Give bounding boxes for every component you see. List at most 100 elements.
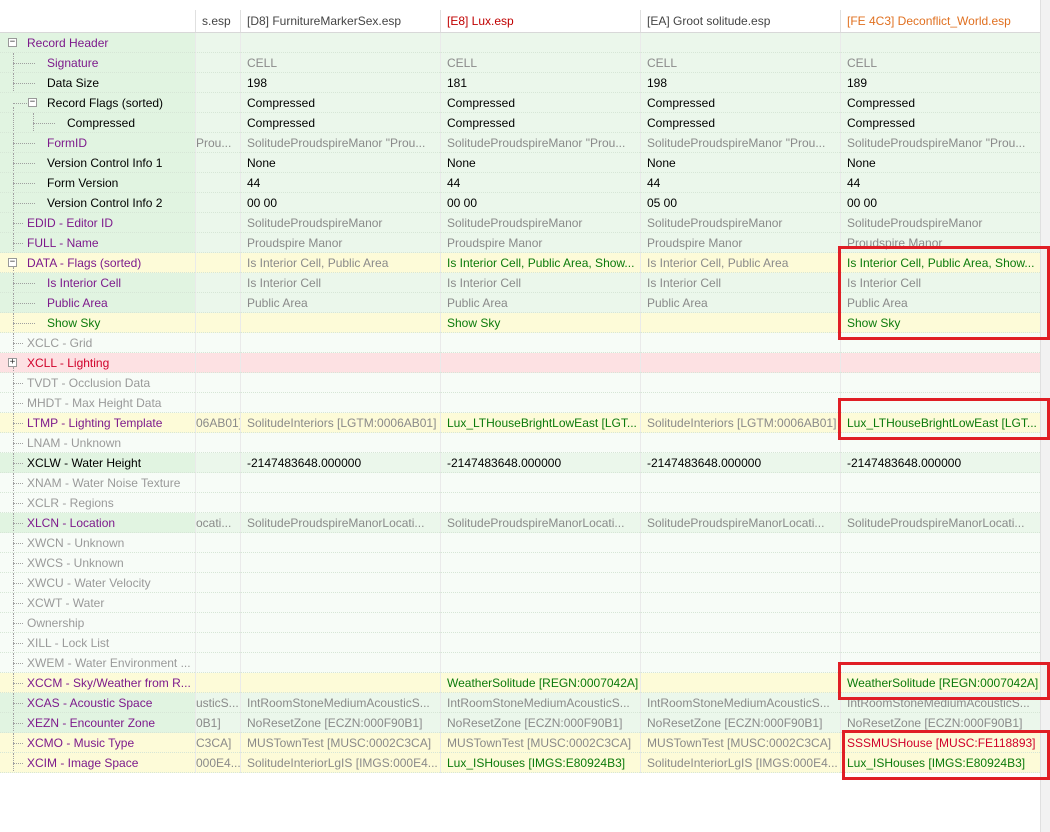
cell-ea[interactable]: SolitudeProudspireManor [640, 213, 840, 233]
cell-ea[interactable]: Is Interior Cell, Public Area [640, 253, 840, 273]
cell-ea[interactable] [640, 393, 840, 413]
cell-fe[interactable] [840, 653, 1040, 673]
cell-ea[interactable]: Is Interior Cell [640, 273, 840, 293]
cell-ea[interactable] [640, 333, 840, 353]
tree-cell[interactable]: XWEM - Water Environment ... [0, 653, 195, 673]
cell-fe[interactable] [840, 373, 1040, 393]
cell-d8[interactable]: SolitudeProudspireManor "Prou... [240, 133, 440, 153]
cell-fe[interactable] [840, 33, 1040, 53]
cell-d8[interactable]: -2147483648.000000 [240, 453, 440, 473]
tree-cell[interactable]: Is Interior Cell [0, 273, 195, 293]
cell-d8[interactable]: Compressed [240, 93, 440, 113]
cell-d8[interactable]: Is Interior Cell, Public Area [240, 253, 440, 273]
cell-partial[interactable]: Prou... [195, 133, 240, 153]
cell-fe[interactable]: SolitudeProudspireManorLocati... [840, 513, 1040, 533]
cell-fe[interactable] [840, 613, 1040, 633]
cell-ea[interactable] [640, 653, 840, 673]
cell-fe[interactable] [840, 593, 1040, 613]
cell-d8[interactable]: IntRoomStoneMediumAcousticS... [240, 693, 440, 713]
cell-e8[interactable] [440, 493, 640, 513]
cell-e8[interactable] [440, 33, 640, 53]
tree-cell[interactable]: XWCN - Unknown [0, 533, 195, 553]
cell-e8[interactable]: 00 00 [440, 193, 640, 213]
cell-e8[interactable]: None [440, 153, 640, 173]
cell-e8[interactable]: Lux_LTHouseBrightLowEast [LGT... [440, 413, 640, 433]
cell-d8[interactable]: 44 [240, 173, 440, 193]
cell-fe[interactable]: Compressed [840, 93, 1040, 113]
cell-partial[interactable] [195, 353, 240, 373]
cell-ea[interactable]: 05 00 [640, 193, 840, 213]
cell-d8[interactable] [240, 473, 440, 493]
cell-e8[interactable] [440, 333, 640, 353]
record-row[interactable]: XNAM - Water Noise Texture [0, 473, 1040, 493]
cell-d8[interactable] [240, 633, 440, 653]
record-row[interactable]: Data Size 198 181 198 189 [0, 73, 1040, 93]
cell-fe[interactable]: Is Interior Cell, Public Area, Show... [840, 253, 1040, 273]
cell-d8[interactable]: 00 00 [240, 193, 440, 213]
collapse-icon[interactable]: − [28, 98, 37, 107]
column-header-e8[interactable]: [E8] Lux.esp [440, 10, 640, 32]
cell-ea[interactable] [640, 493, 840, 513]
cell-fe[interactable]: Proudspire Manor [840, 233, 1040, 253]
record-row[interactable]: Version Control Info 2 00 00 00 00 05 00 00 … [0, 193, 1040, 213]
cell-fe[interactable] [840, 353, 1040, 373]
record-row[interactable]: FormID Prou... SolitudeProudspireManor "Pr… [0, 133, 1040, 153]
cell-partial[interactable] [195, 593, 240, 613]
tree-cell[interactable]: XEZN - Encounter Zone [0, 713, 195, 733]
cell-ea[interactable]: NoResetZone [ECZN:000F90B1] [640, 713, 840, 733]
record-row[interactable]: FULL - Name Proudspire Manor Proudspire Ma… [0, 233, 1040, 253]
cell-e8[interactable]: 44 [440, 173, 640, 193]
record-row[interactable]: EDID - Editor ID SolitudeProudspireManor S… [0, 213, 1040, 233]
cell-ea[interactable] [640, 473, 840, 493]
cell-e8[interactable]: Is Interior Cell, Public Area, Show... [440, 253, 640, 273]
cell-ea[interactable]: 198 [640, 73, 840, 93]
tree-cell[interactable]: FULL - Name [0, 233, 195, 253]
record-row[interactable]: XILL - Lock List [0, 633, 1040, 653]
cell-e8[interactable]: -2147483648.000000 [440, 453, 640, 473]
cell-ea[interactable] [640, 433, 840, 453]
record-row[interactable]: XWCU - Water Velocity [0, 573, 1040, 593]
cell-ea[interactable]: None [640, 153, 840, 173]
tree-cell[interactable]: FormID [0, 133, 195, 153]
cell-fe[interactable]: 189 [840, 73, 1040, 93]
cell-partial[interactable]: C3CA] [195, 733, 240, 753]
cell-fe[interactable]: Lux_ISHouses [IMGS:E80924B3] [840, 753, 1040, 773]
cell-d8[interactable] [240, 393, 440, 413]
cell-partial[interactable]: ocati... [195, 513, 240, 533]
tree-cell[interactable]: + XCLL - Lighting [0, 353, 195, 373]
cell-fe[interactable]: WeatherSolitude [REGN:0007042A] [840, 673, 1040, 693]
cell-e8[interactable]: WeatherSolitude [REGN:0007042A] [440, 673, 640, 693]
cell-fe[interactable]: CELL [840, 53, 1040, 73]
cell-fe[interactable]: SSSMUSHouse [MUSC:FE118893] [840, 733, 1040, 753]
cell-fe[interactable] [840, 393, 1040, 413]
cell-partial[interactable] [195, 173, 240, 193]
cell-fe[interactable]: Compressed [840, 113, 1040, 133]
cell-ea[interactable]: -2147483648.000000 [640, 453, 840, 473]
record-row[interactable]: Signature CELL CELL CELL CELL [0, 53, 1040, 73]
cell-e8[interactable]: MUSTownTest [MUSC:0002C3CA] [440, 733, 640, 753]
tree-cell[interactable]: XCLC - Grid [0, 333, 195, 353]
tree-cell[interactable]: XCLW - Water Height [0, 453, 195, 473]
cell-fe[interactable] [840, 493, 1040, 513]
cell-d8[interactable]: MUSTownTest [MUSC:0002C3CA] [240, 733, 440, 753]
cell-partial[interactable] [195, 393, 240, 413]
cell-partial[interactable] [195, 473, 240, 493]
cell-fe[interactable]: IntRoomStoneMediumAcousticS... [840, 693, 1040, 713]
record-row[interactable]: − Record Header [0, 33, 1040, 53]
cell-partial[interactable] [195, 493, 240, 513]
column-header-d8[interactable]: [D8] FurnitureMarkerSex.esp [240, 10, 440, 32]
cell-ea[interactable]: Compressed [640, 93, 840, 113]
cell-d8[interactable] [240, 653, 440, 673]
record-row[interactable]: Compressed Compressed Compressed Compressed… [0, 113, 1040, 133]
vertical-scrollbar[interactable] [1040, 0, 1050, 832]
cell-partial[interactable]: 0B1] [195, 713, 240, 733]
cell-fe[interactable]: SolitudeProudspireManor [840, 213, 1040, 233]
tree-cell[interactable]: Version Control Info 1 [0, 153, 195, 173]
cell-d8[interactable]: NoResetZone [ECZN:000F90B1] [240, 713, 440, 733]
record-row[interactable]: XWEM - Water Environment ... [0, 653, 1040, 673]
cell-partial[interactable] [195, 533, 240, 553]
cell-fe[interactable]: None [840, 153, 1040, 173]
record-row[interactable]: XCLR - Regions [0, 493, 1040, 513]
cell-e8[interactable]: SolitudeProudspireManor "Prou... [440, 133, 640, 153]
tree-cell[interactable]: XCWT - Water [0, 593, 195, 613]
